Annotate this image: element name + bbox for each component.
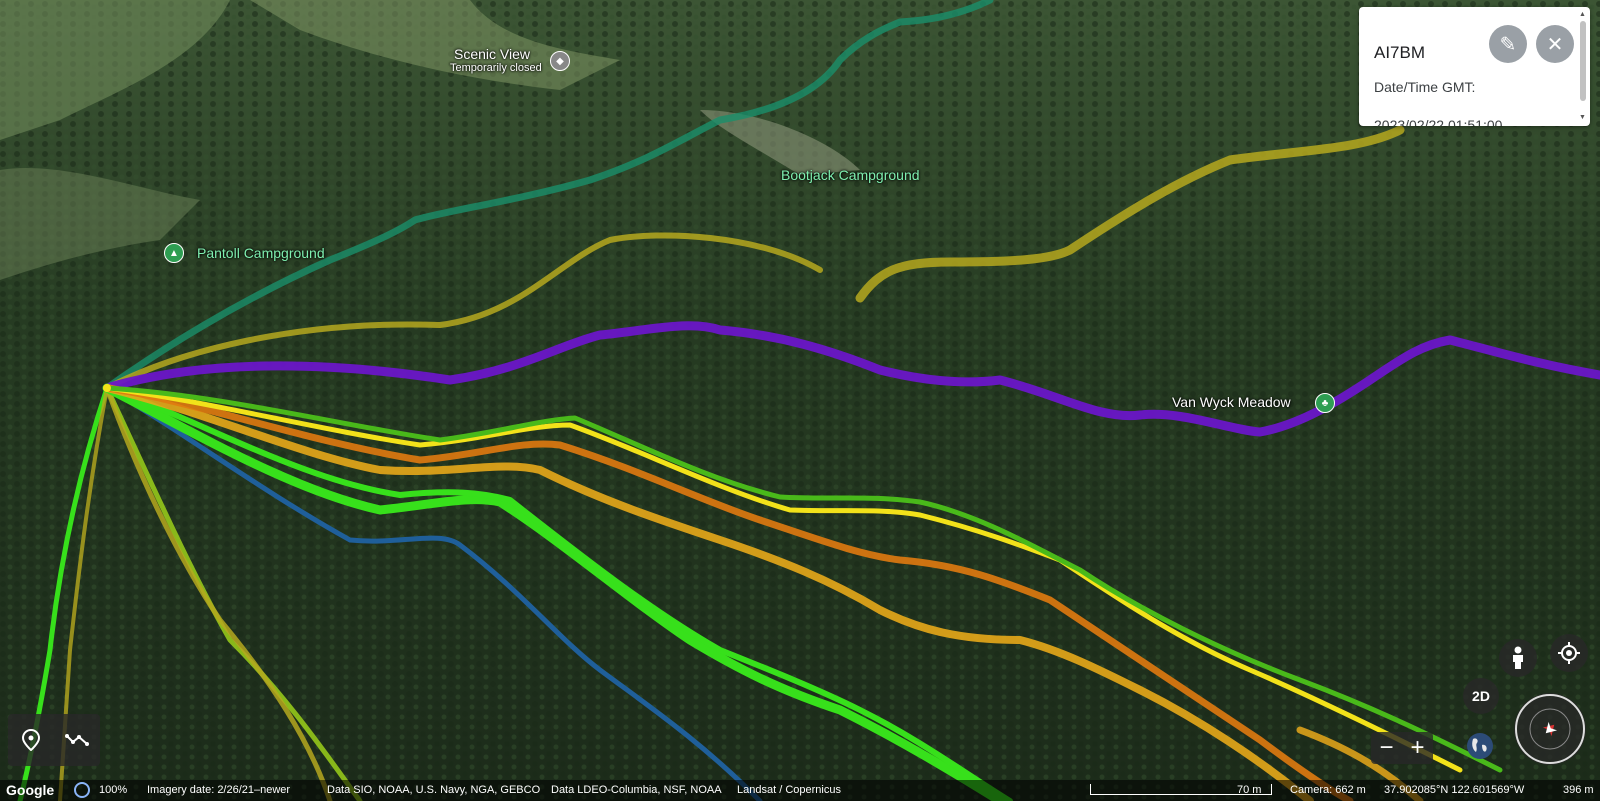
- scale-label: 70 m: [1237, 784, 1262, 796]
- data-attribution-2[interactable]: Data LDEO-Columbia, NSF, NOAA: [551, 784, 722, 796]
- camera-altitude: Camera: 662 m: [1290, 784, 1366, 796]
- draw-path-button[interactable]: [59, 722, 95, 758]
- path-icon: [65, 734, 89, 746]
- track-origin-point[interactable]: [103, 384, 111, 392]
- scrollbar-thumb[interactable]: [1580, 21, 1586, 101]
- toggle-2d-button[interactable]: 2D: [1463, 678, 1499, 714]
- scenic-view-label[interactable]: Scenic View Temporarily closed: [450, 46, 542, 74]
- cursor-coordinates: 37.902085°N 122.601569°W: [1384, 784, 1525, 796]
- place-pin-icon: [21, 729, 41, 751]
- info-scrollbar[interactable]: ▲ ▼: [1579, 11, 1587, 121]
- pegman-icon: [1513, 646, 1523, 669]
- drawing-toolbar: [8, 714, 100, 766]
- data-attribution-3[interactable]: Landsat / Copernicus: [737, 784, 841, 796]
- bootjack-campground-label[interactable]: Bootjack Campground: [781, 167, 920, 183]
- close-icon: ✕: [1546, 33, 1564, 56]
- zoom-out-button[interactable]: −: [1371, 732, 1402, 764]
- my-location-icon: [1558, 642, 1580, 664]
- google-logo: Google: [6, 782, 55, 798]
- globe-button[interactable]: [1462, 728, 1498, 764]
- data-attribution-1[interactable]: Data SIO, NOAA, U.S. Navy, NGA, GEBCO: [327, 784, 540, 796]
- elevation: 396 m: [1563, 784, 1594, 796]
- edit-button[interactable]: ✎: [1489, 25, 1527, 63]
- zoom-percent: 100%: [99, 784, 128, 796]
- street-view-button[interactable]: [1499, 639, 1537, 677]
- close-button[interactable]: ✕: [1536, 25, 1574, 63]
- pencil-icon: ✎: [1499, 33, 1517, 56]
- scroll-up-icon[interactable]: ▲: [1579, 11, 1586, 18]
- van-wyck-meadow-label[interactable]: Van Wyck Meadow: [1172, 394, 1291, 410]
- compass-icon: [1515, 694, 1585, 764]
- imagery-date[interactable]: Imagery date: 2/26/21–newer: [147, 784, 290, 796]
- scenic-view-icon[interactable]: ◆: [550, 51, 570, 71]
- datetime-value: 2023/02/22 01:51:00: [1374, 117, 1503, 126]
- my-location-button[interactable]: [1550, 634, 1588, 672]
- info-title: AI7BM: [1374, 43, 1426, 62]
- info-card: AI7BM Date/Time GMT: 2023/02/22 01:51:00…: [1359, 7, 1590, 126]
- scroll-down-icon[interactable]: ▼: [1579, 114, 1586, 121]
- zoom-controls: − +: [1371, 732, 1433, 764]
- globe-icon: [1467, 733, 1493, 759]
- campground-icon[interactable]: ▲: [164, 243, 184, 263]
- park-icon[interactable]: ♣: [1315, 393, 1335, 413]
- add-placemark-button[interactable]: [13, 722, 49, 758]
- datetime-label: Date/Time GMT:: [1374, 79, 1476, 95]
- zoom-in-button[interactable]: +: [1402, 732, 1433, 764]
- pantoll-campground-label[interactable]: Pantoll Campground: [197, 245, 325, 261]
- loading-indicator-icon: [74, 782, 90, 798]
- status-bar: Google 100% Imagery date: 2/26/21–newer …: [0, 780, 1600, 801]
- compass-button[interactable]: [1514, 693, 1586, 765]
